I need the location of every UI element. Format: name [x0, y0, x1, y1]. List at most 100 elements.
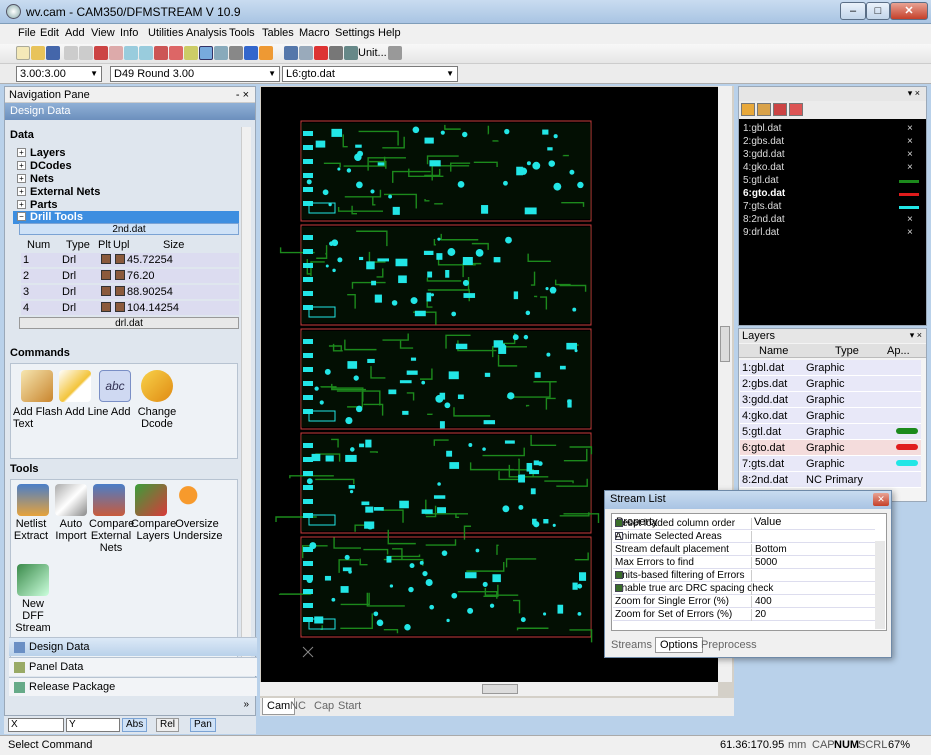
layers-table-row[interactable]: 7:gts.dat Graphic — [740, 456, 921, 472]
tree-dcodes[interactable]: + DCodes — [17, 160, 72, 172]
add-flash-label[interactable]: Add Flash — [13, 406, 63, 418]
plated-icon[interactable] — [101, 254, 111, 264]
tab-streams[interactable]: Streams — [611, 639, 652, 651]
close-button[interactable]: ✕ — [890, 2, 928, 20]
menu-edit[interactable]: Edit — [40, 27, 59, 39]
auto-import-icon[interactable] — [55, 484, 87, 516]
new-file-icon[interactable] — [16, 46, 30, 60]
change-dcode-label[interactable]: Change Dcode — [135, 406, 179, 430]
layer-hidden-icon[interactable]: × — [907, 123, 913, 134]
menu-view[interactable]: View — [91, 27, 115, 39]
layers-table-row[interactable]: 2:gbs.dat Graphic — [740, 376, 921, 392]
layer-color-swatch[interactable] — [896, 460, 918, 466]
open-folder-icon[interactable] — [31, 46, 45, 60]
stream-option-row[interactable]: Zoom for Set of Errors (%) 20 — [613, 608, 875, 621]
horizontal-scrollbar[interactable] — [260, 682, 718, 696]
layer-color-swatch[interactable] — [896, 428, 918, 434]
layer-add-icon[interactable] — [741, 103, 755, 116]
new-dff-stream-label[interactable]: New DFF Stream — [11, 598, 55, 634]
add-flash-icon[interactable] — [21, 370, 53, 402]
checkbox-icon[interactable] — [615, 571, 623, 579]
layers-table-row[interactable]: 4:gko.dat Graphic — [740, 408, 921, 424]
undo-icon[interactable] — [64, 46, 78, 60]
stream-option-row[interactable]: Units-based filtering of Errors — [613, 569, 875, 582]
new-dff-stream-icon[interactable] — [17, 564, 49, 596]
minimize-button[interactable]: – — [840, 2, 866, 20]
layer-color-swatch[interactable] — [899, 193, 919, 196]
printer-icon[interactable] — [388, 46, 402, 60]
y-field[interactable]: Y — [66, 718, 120, 732]
plated-icon[interactable] — [101, 270, 111, 280]
redo-icon[interactable] — [79, 46, 93, 60]
stream-option-row[interactable]: Zoom for Single Error (%) 400 — [613, 595, 875, 608]
stream-option-row[interactable]: Reset loaded column order — [613, 517, 875, 530]
grid-icon[interactable] — [199, 46, 213, 60]
drill-row[interactable]: 4 Drl 104.14254 — [21, 301, 239, 315]
plated-icon[interactable] — [101, 286, 111, 296]
delete-icon[interactable] — [94, 46, 108, 60]
compare-external-nets-icon[interactable] — [93, 484, 125, 516]
expand-chevron-icon[interactable]: » — [243, 699, 249, 710]
layer-list-close-icon[interactable]: ▾ × — [908, 88, 920, 99]
tree-external-nets[interactable]: + External Nets — [17, 186, 100, 198]
stream-option-row[interactable]: Enable true arc DRC spacing check — [613, 582, 875, 595]
tree-parts[interactable]: + Parts — [17, 199, 58, 211]
menu-file[interactable]: File — [18, 27, 36, 39]
unplated-icon[interactable] — [115, 270, 125, 280]
stream-option-value[interactable]: 400 — [751, 596, 772, 608]
zoom-combo[interactable]: 3.00:3.00 — [16, 66, 102, 82]
layers-icon[interactable] — [229, 46, 243, 60]
netlist-extract-icon[interactable] — [17, 484, 49, 516]
redraw-icon[interactable] — [184, 46, 198, 60]
add-text-icon[interactable]: abc — [99, 370, 131, 402]
nav-tab-release-package[interactable]: Release Package — [9, 677, 257, 696]
layer-color-swatch[interactable] — [899, 180, 919, 183]
tab-nc[interactable]: NC — [290, 700, 306, 712]
drill-file2-button[interactable]: drl.dat — [19, 317, 239, 329]
layers-table-row[interactable]: 1:gbl.dat Graphic — [740, 360, 921, 376]
layer-color-swatch[interactable] — [896, 444, 918, 450]
stream-option-value[interactable] — [751, 531, 755, 543]
maximize-button[interactable]: □ — [866, 2, 890, 20]
layer-item[interactable]: 1:gbl.dat — [743, 123, 781, 134]
layer-delete-icon[interactable] — [789, 103, 803, 116]
layer-item[interactable]: 7:gts.dat — [743, 201, 781, 212]
layer-item-active[interactable]: 6:gto.dat — [743, 188, 785, 199]
layer-hidden-icon[interactable]: × — [907, 149, 913, 160]
col-type[interactable]: Type — [835, 345, 859, 357]
stream-option-value[interactable]: Bottom — [751, 544, 787, 556]
menu-utilities[interactable]: Utilities — [148, 27, 183, 39]
oversize-undersize-icon[interactable] — [177, 484, 209, 516]
move-icon[interactable] — [284, 46, 298, 60]
zoom-in-icon[interactable] — [124, 46, 138, 60]
tree-nets[interactable]: + Nets — [17, 173, 54, 185]
stream-option-row[interactable]: Max Errors to find 5000 — [613, 556, 875, 569]
hscroll-thumb[interactable] — [482, 684, 518, 694]
tree-layers[interactable]: + Layers — [17, 147, 65, 159]
layer-copy-icon[interactable] — [757, 103, 771, 116]
auto-import-label[interactable]: Auto Import — [51, 518, 91, 542]
menu-help[interactable]: Help — [378, 27, 401, 39]
layer-item[interactable]: 9:drl.dat — [743, 227, 779, 238]
x-field[interactable]: X — [8, 718, 64, 732]
layer-hidden-icon[interactable]: × — [907, 227, 913, 238]
tab-options[interactable]: Options — [655, 637, 703, 653]
menu-add[interactable]: Add — [65, 27, 85, 39]
dcode-combo[interactable]: D49 Round 3.00 — [110, 66, 280, 82]
col-name[interactable]: Name — [759, 345, 788, 357]
add-line-icon[interactable] — [59, 370, 91, 402]
drill-file-button[interactable]: 2nd.dat — [19, 223, 239, 235]
color-icon[interactable] — [244, 46, 258, 60]
zoom-all-icon[interactable] — [169, 46, 183, 60]
unplated-icon[interactable] — [115, 254, 125, 264]
drill-row[interactable]: 1 Drl 45.72254 — [21, 253, 239, 267]
copy-icon[interactable] — [299, 46, 313, 60]
measure-icon[interactable] — [344, 46, 358, 60]
oversize-undersize-label[interactable]: Oversize Undersize — [173, 518, 223, 542]
layer-combo[interactable]: L6:gto.dat — [282, 66, 458, 82]
layer-item[interactable]: 8:2nd.dat — [743, 214, 785, 225]
highlight-icon[interactable] — [259, 46, 273, 60]
erase-icon[interactable] — [314, 46, 328, 60]
print-icon[interactable] — [109, 46, 123, 60]
zoom-out-icon[interactable] — [139, 46, 153, 60]
